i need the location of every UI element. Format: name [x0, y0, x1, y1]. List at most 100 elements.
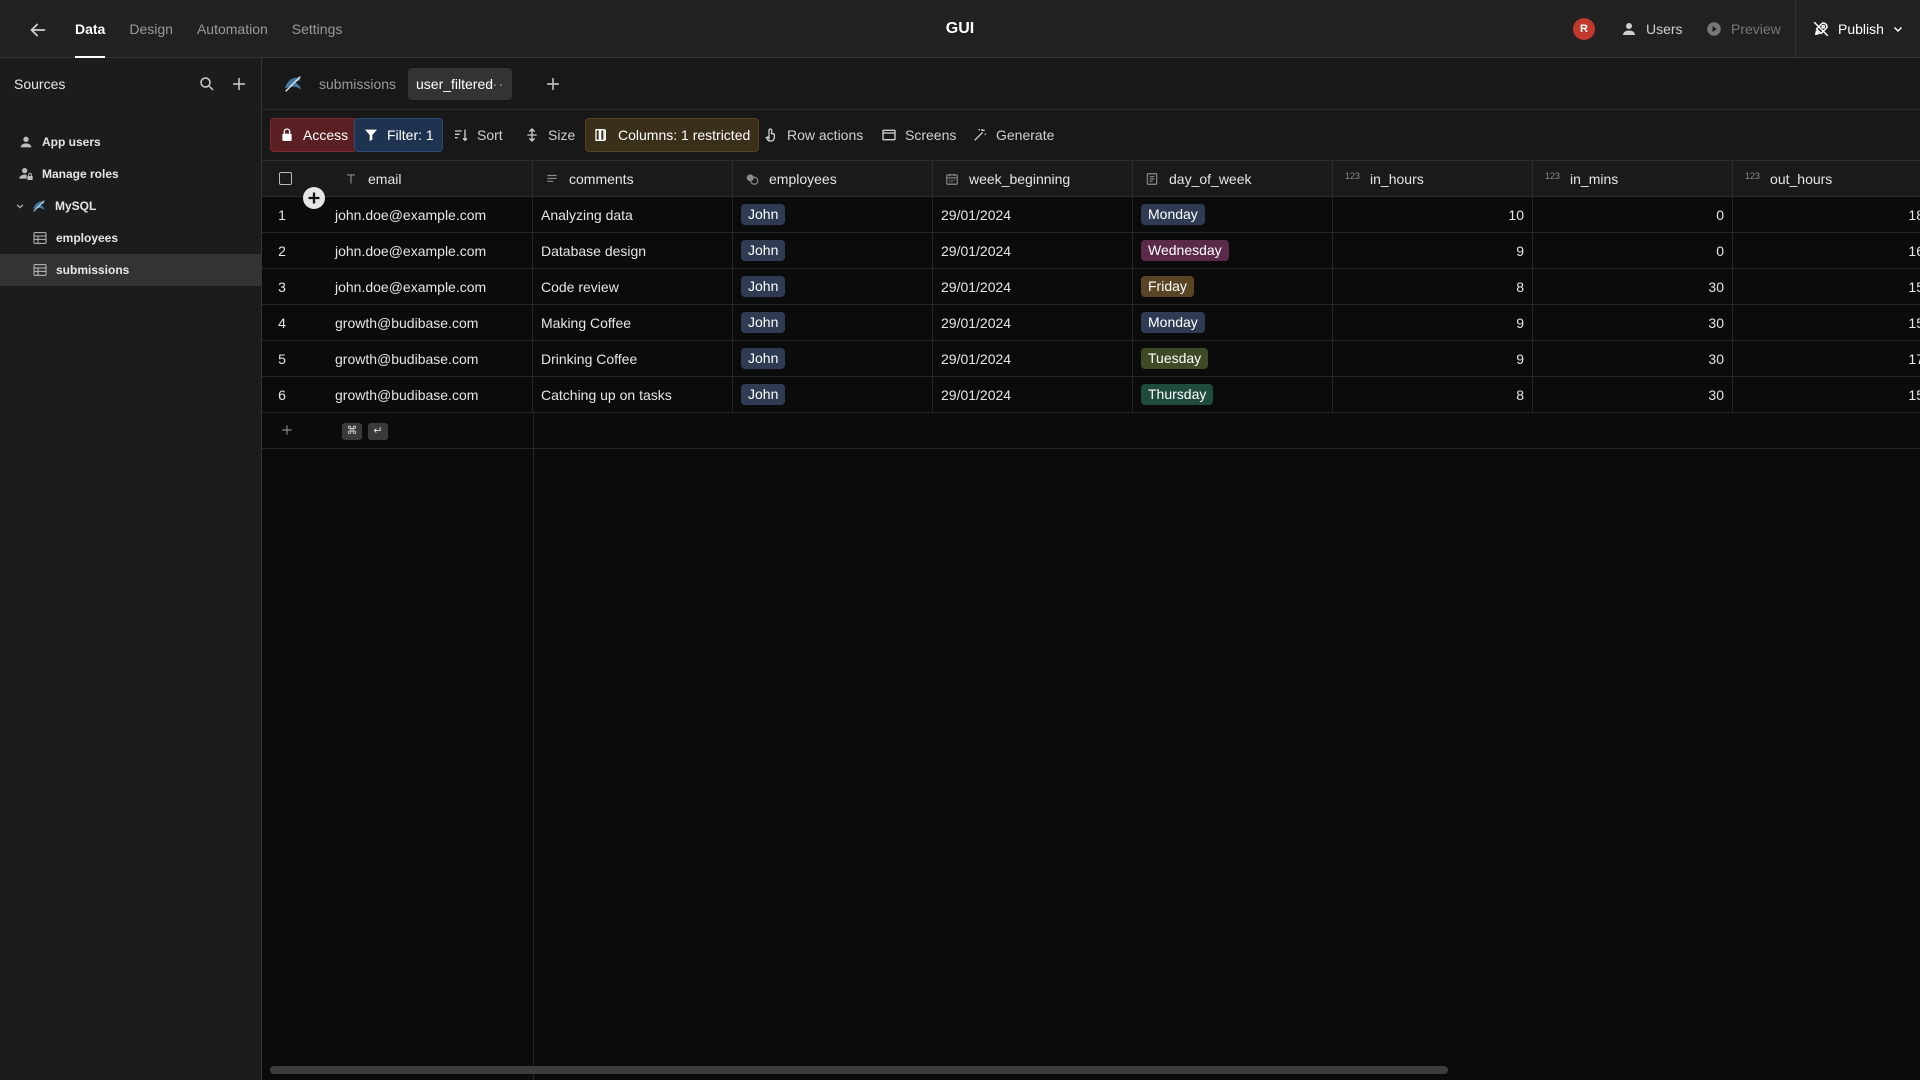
users-button[interactable]: Users: [1620, 0, 1683, 58]
cell-comments[interactable]: Drinking Coffee: [533, 341, 733, 376]
cell-week-beginning[interactable]: 29/01/2024: [933, 233, 1133, 268]
add-icon[interactable]: [230, 75, 248, 93]
table-row[interactable]: 4 growth@budibase.com Making Coffee John 29/…: [262, 305, 1920, 341]
cell-out-hours[interactable]: 16: [1733, 233, 1920, 268]
cell-out-hours[interactable]: 18: [1733, 197, 1920, 232]
cell-out-hours[interactable]: 17: [1733, 341, 1920, 376]
select-all-checkbox[interactable]: [279, 172, 292, 185]
search-icon[interactable]: [198, 75, 216, 93]
horizontal-scrollbar[interactable]: [270, 1066, 1448, 1074]
cell-employees[interactable]: John: [733, 377, 933, 412]
cell-out-hours[interactable]: 15: [1733, 377, 1920, 412]
column-header-comments[interactable]: comments: [533, 161, 733, 197]
cell-in-hours[interactable]: 8: [1333, 269, 1533, 304]
cell-in-mins[interactable]: 30: [1533, 341, 1733, 376]
column-header-day-of-week[interactable]: day_of_week: [1133, 161, 1333, 197]
cell-email[interactable]: john.doe@example.com: [327, 233, 533, 268]
cell-email[interactable]: growth@budibase.com: [327, 341, 533, 376]
column-header-in-hours[interactable]: 123 in_hours: [1333, 161, 1533, 197]
cell-in-mins[interactable]: 0: [1533, 233, 1733, 268]
sidebar-item-app-users[interactable]: App users: [0, 126, 262, 158]
cell-comments[interactable]: Making Coffee: [533, 305, 733, 340]
cell-employees[interactable]: John: [733, 197, 933, 232]
cell-week-beginning[interactable]: 29/01/2024: [933, 269, 1133, 304]
sidebar-item-manage-roles[interactable]: Manage roles: [0, 158, 262, 190]
cell-comments[interactable]: Catching up on tasks: [533, 377, 733, 412]
row-number[interactable]: 3: [262, 269, 302, 304]
row-number[interactable]: 1: [262, 197, 302, 232]
cell-week-beginning[interactable]: 29/01/2024: [933, 197, 1133, 232]
cell-in-hours[interactable]: 9: [1333, 341, 1533, 376]
cell-day-of-week[interactable]: Monday: [1133, 197, 1333, 232]
table-row[interactable]: 1 john.doe@example.com Analyzing data John 2…: [262, 197, 1920, 233]
cell-comments[interactable]: Analyzing data: [533, 197, 733, 232]
publish-button[interactable]: Publish: [1812, 0, 1904, 58]
cell-out-hours[interactable]: 15: [1733, 305, 1920, 340]
row-number[interactable]: 4: [262, 305, 302, 340]
cell-week-beginning[interactable]: 29/01/2024: [933, 377, 1133, 412]
add-row-icon[interactable]: [280, 423, 294, 437]
cell-day-of-week[interactable]: Wednesday: [1133, 233, 1333, 268]
cell-in-mins[interactable]: 30: [1533, 269, 1733, 304]
cell-in-hours[interactable]: 9: [1333, 233, 1533, 268]
cell-comments[interactable]: Database design: [533, 233, 733, 268]
cell-employees[interactable]: John: [733, 233, 933, 268]
more-icon[interactable]: ···: [487, 68, 504, 100]
sidebar-item-mysql[interactable]: MySQL: [0, 190, 262, 222]
filter-button[interactable]: Filter: 1: [354, 118, 443, 152]
cell-in-hours[interactable]: 10: [1333, 197, 1533, 232]
nav-tab-data[interactable]: Data: [75, 0, 106, 58]
cell-day-of-week[interactable]: Tuesday: [1133, 341, 1333, 376]
add-row[interactable]: ⌘ ↵: [262, 413, 1920, 449]
cell-in-hours[interactable]: 9: [1333, 305, 1533, 340]
cell-day-of-week[interactable]: Thursday: [1133, 377, 1333, 412]
generate-button[interactable]: Generate: [964, 118, 1062, 152]
cell-day-of-week[interactable]: Monday: [1133, 305, 1333, 340]
column-header-email[interactable]: email: [344, 161, 401, 197]
cell-employees[interactable]: John: [733, 341, 933, 376]
cell-employees[interactable]: John: [733, 269, 933, 304]
cell-in-mins[interactable]: 30: [1533, 305, 1733, 340]
cell-day-of-week[interactable]: Friday: [1133, 269, 1333, 304]
tab-submissions[interactable]: submissions: [319, 68, 396, 100]
chevron-down-icon[interactable]: [15, 201, 25, 211]
cell-week-beginning[interactable]: 29/01/2024: [933, 341, 1133, 376]
row-number[interactable]: 5: [262, 341, 302, 376]
tab-user-filtered[interactable]: user_filtered ···: [408, 68, 512, 100]
cell-in-mins[interactable]: 0: [1533, 197, 1733, 232]
table-row[interactable]: 6 growth@budibase.com Catching up on tasks…: [262, 377, 1920, 413]
column-header-employees[interactable]: employees: [733, 161, 933, 197]
cell-in-mins[interactable]: 30: [1533, 377, 1733, 412]
columns-button[interactable]: Columns: 1 restricted: [585, 118, 760, 152]
avatar[interactable]: R: [1573, 18, 1595, 40]
row-actions-button[interactable]: Row actions: [755, 118, 871, 152]
cell-in-hours[interactable]: 8: [1333, 377, 1533, 412]
column-header-in-mins[interactable]: 123 in_mins: [1533, 161, 1733, 197]
add-tab-icon[interactable]: [543, 74, 563, 94]
cell-email[interactable]: growth@budibase.com: [327, 305, 533, 340]
preview-button[interactable]: Preview: [1705, 0, 1781, 58]
cell-email[interactable]: growth@budibase.com: [327, 377, 533, 412]
cell-email[interactable]: john.doe@example.com: [327, 269, 533, 304]
sidebar-item-employees[interactable]: employees: [0, 222, 262, 254]
table-row[interactable]: 5 growth@budibase.com Drinking Coffee John 2…: [262, 341, 1920, 377]
table-row[interactable]: 3 john.doe@example.com Code review John 29/0…: [262, 269, 1920, 305]
sort-button[interactable]: Sort: [445, 118, 511, 152]
row-number[interactable]: 6: [262, 377, 302, 412]
cell-employees[interactable]: John: [733, 305, 933, 340]
cell-comments[interactable]: Code review: [533, 269, 733, 304]
access-button[interactable]: Access: [270, 118, 358, 152]
column-header-out-hours[interactable]: 123 out_hours: [1733, 161, 1920, 197]
nav-tab-settings[interactable]: Settings: [292, 0, 343, 58]
cell-week-beginning[interactable]: 29/01/2024: [933, 305, 1133, 340]
row-number[interactable]: 2: [262, 233, 302, 268]
cell-email[interactable]: john.doe@example.com: [327, 197, 533, 232]
nav-tab-automation[interactable]: Automation: [197, 0, 268, 58]
sidebar-item-submissions[interactable]: submissions: [0, 254, 262, 286]
nav-tab-design[interactable]: Design: [129, 0, 173, 58]
column-header-week-beginning[interactable]: week_beginning: [933, 161, 1133, 197]
table-row[interactable]: 2 john.doe@example.com Database design John…: [262, 233, 1920, 269]
size-button[interactable]: Size: [516, 118, 583, 152]
back-arrow-icon[interactable]: [27, 19, 49, 41]
cell-out-hours[interactable]: 15: [1733, 269, 1920, 304]
